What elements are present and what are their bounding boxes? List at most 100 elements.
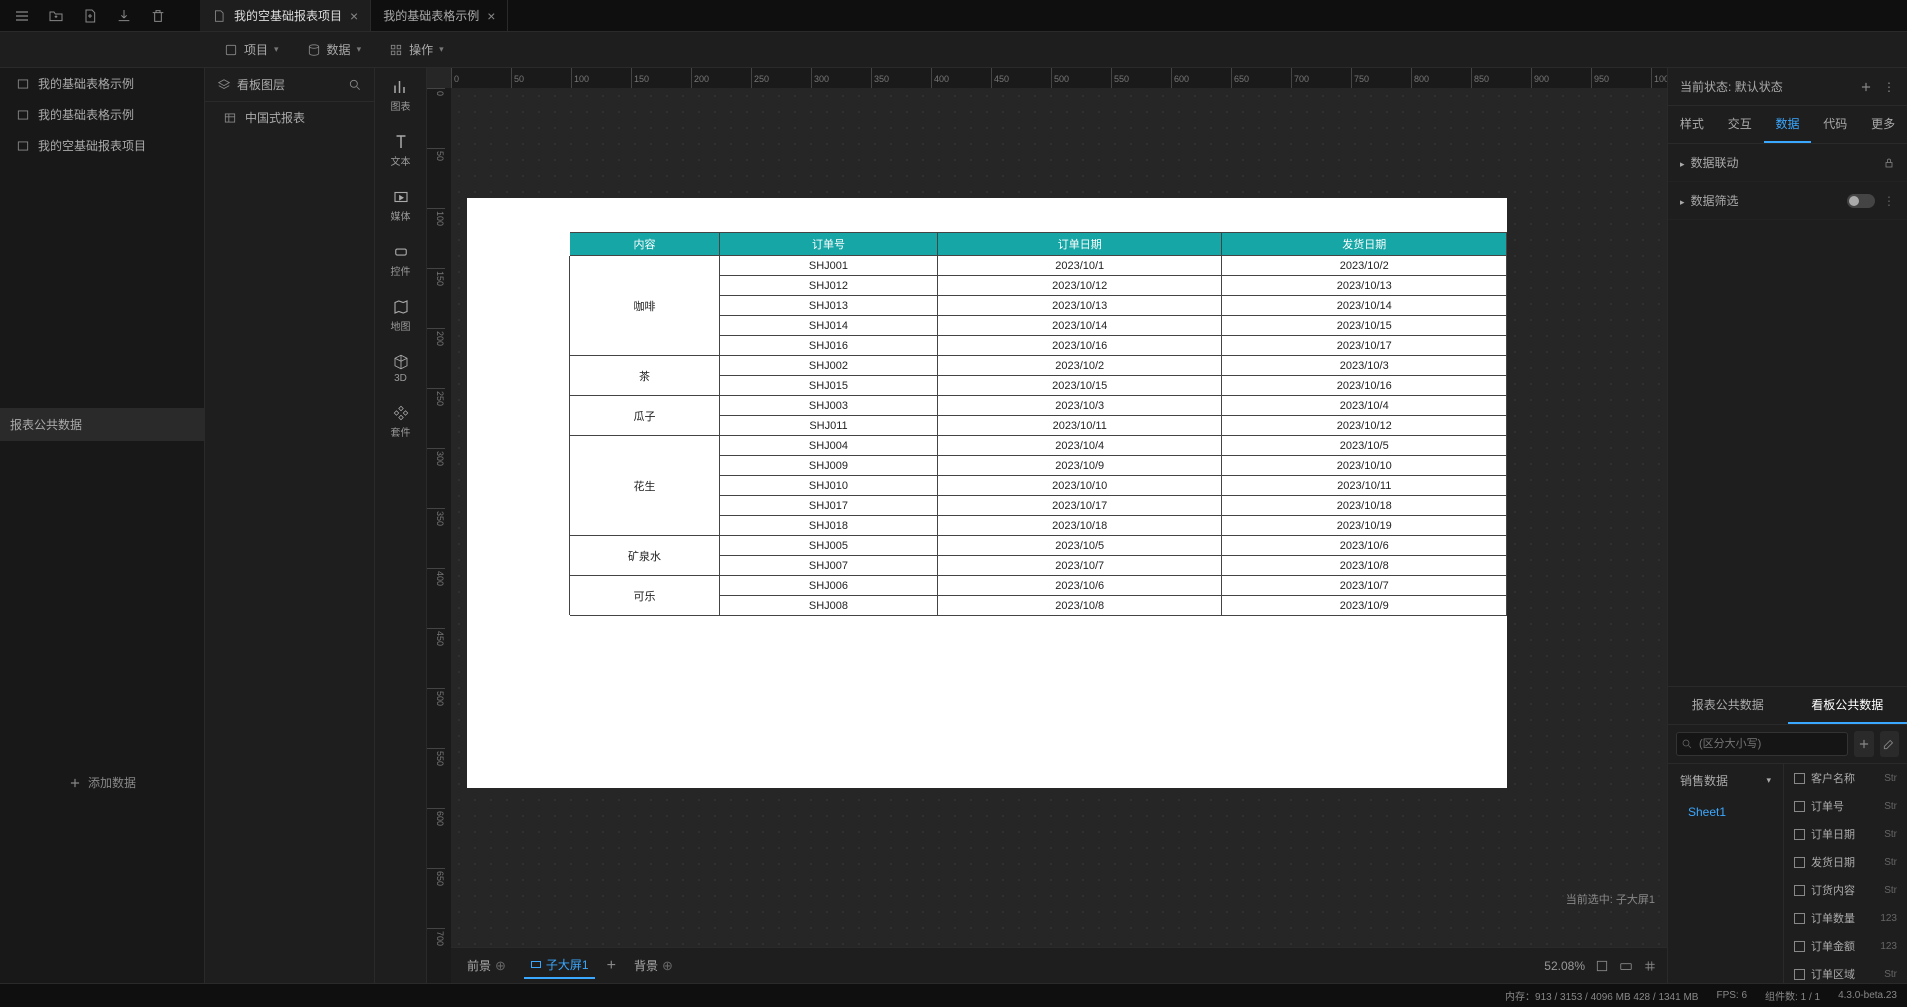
orderdate-cell: 2023/10/12 [937,276,1222,296]
add-datasource-button[interactable] [1854,731,1874,757]
palette-media[interactable]: 媒体 [375,178,426,233]
chevron-down-icon: ▾ [439,44,444,55]
keyboard-icon[interactable] [1619,959,1633,973]
ruler-tick: 400 [427,568,445,628]
dtab-report[interactable]: 报表公共数据 [1668,687,1788,724]
add-tab-button[interactable]: + [607,957,616,975]
table-header: 订单日期 [937,233,1222,256]
orderdate-cell: 2023/10/13 [937,296,1222,316]
field-item[interactable]: 发货日期Str [1784,848,1907,876]
prop-data-link[interactable]: ▸ 数据联动 [1668,144,1907,182]
close-icon[interactable]: × [350,8,358,24]
palette-map[interactable]: 地图 [375,288,426,343]
more-icon[interactable]: ⋮ [1883,194,1895,208]
prop-label: 数据联动 [1691,156,1739,170]
palette-text-icon [391,133,411,151]
menu-label: 操作 [409,41,433,58]
field-item[interactable]: 订单号Str [1784,792,1907,820]
report-table[interactable]: 内容订单号订单日期发货日期咖啡SHJ0012023/10/12023/10/2S… [467,232,1507,616]
add-circle-icon[interactable]: ⊕ [662,958,673,974]
rtab-data[interactable]: 数据 [1764,106,1812,143]
ruler-tick: 50 [427,148,445,208]
chevron-right-icon: ▸ [1680,159,1685,169]
field-list: 客户名称Str订单号Str订单日期Str发货日期Str订货内容Str订单数量12… [1784,764,1907,983]
menu-operate[interactable]: 操作 ▾ [375,41,458,58]
palette-control[interactable]: 控件 [375,233,426,288]
orderdate-cell: 2023/10/8 [937,596,1222,616]
table-row[interactable]: 矿泉水SHJ0052023/10/52023/10/6 [468,536,1507,556]
sheet-node[interactable]: Sheet1 [1668,797,1783,827]
field-name: 订货内容 [1811,882,1855,898]
rtab-style[interactable]: 样式 [1668,106,1716,143]
new-folder-icon[interactable] [48,8,64,24]
orderdate-cell: 2023/10/18 [937,516,1222,536]
palette-kit[interactable]: 套件 [375,394,426,449]
search-icon[interactable] [348,78,362,92]
lock-icon[interactable] [1883,157,1895,169]
order-cell: SHJ013 [720,296,938,316]
orderdate-cell: 2023/10/7 [937,556,1222,576]
palette-label: 图表 [391,98,411,113]
field-search-input[interactable] [1676,732,1848,756]
field-item[interactable]: 订货内容Str [1784,876,1907,904]
chevron-down-icon: ▾ [274,44,279,55]
file-item[interactable]: 我的空基础报表项目 [0,130,204,161]
table-row[interactable]: 咖啡SHJ0012023/10/12023/10/2 [468,256,1507,276]
public-data-header[interactable]: 报表公共数据 [0,408,204,441]
field-item[interactable]: 订单金额123 [1784,932,1907,960]
ds-name: 销售数据 [1680,772,1728,789]
layer-item[interactable]: 中国式报表 [205,102,374,133]
fit-screen-icon[interactable] [1595,959,1609,973]
file-item[interactable]: 我的基础表格示例 [0,68,204,99]
tab-subscreen[interactable]: 子大屏1 [524,952,595,979]
field-type: 123 [1880,913,1897,924]
close-icon[interactable]: × [487,8,495,24]
screen-icon [530,959,542,971]
menu-data[interactable]: 数据 ▾ [293,41,376,58]
table-row[interactable]: 瓜子SHJ0032023/10/32023/10/4 [468,396,1507,416]
palette-text[interactable]: 文本 [375,123,426,178]
orderdate-cell: 2023/10/3 [937,396,1222,416]
table-row[interactable]: 可乐SHJ0062023/10/62023/10/7 [468,576,1507,596]
rtab-more[interactable]: 更多 [1859,106,1907,143]
tab-project-1[interactable]: 我的空基础报表项目 × [200,0,371,31]
table-row[interactable]: 花生SHJ0042023/10/42023/10/5 [468,436,1507,456]
grid-icon[interactable] [1643,959,1657,973]
order-cell: SHJ010 [720,476,938,496]
palette-chart[interactable]: 图表 [375,68,426,123]
canvas-viewport[interactable]: 内容订单号订单日期发货日期咖啡SHJ0012023/10/12023/10/2S… [451,88,1667,947]
file-list: 我的基础表格示例 我的基础表格示例 我的空基础报表项目 [0,68,204,161]
tab-foreground[interactable]: 前景⊕ [461,953,512,978]
field-item[interactable]: 订单数量123 [1784,904,1907,932]
new-file-icon[interactable] [82,8,98,24]
add-data-button[interactable]: 添加数据 [0,762,204,803]
add-state-icon[interactable] [1859,80,1873,94]
orderdate-cell: 2023/10/9 [937,456,1222,476]
field-item[interactable]: 客户名称Str [1784,764,1907,792]
dtab-board[interactable]: 看板公共数据 [1788,687,1907,724]
prop-data-filter[interactable]: ▸数据筛选 ⋮ [1668,182,1907,220]
add-circle-icon[interactable]: ⊕ [495,958,506,974]
datasource-node[interactable]: 销售数据▾ [1668,764,1783,797]
table-row[interactable]: 茶SHJ0022023/10/22023/10/3 [468,356,1507,376]
field-item[interactable]: 订单区域Str [1784,960,1907,983]
rtab-code[interactable]: 代码 [1811,106,1859,143]
trash-icon[interactable] [150,8,166,24]
file-item[interactable]: 我的基础表格示例 [0,99,204,130]
category-cell: 可乐 [570,576,720,616]
more-icon[interactable]: ⋮ [1883,80,1895,94]
tab-project-2[interactable]: 我的基础表格示例 × [371,0,508,31]
menu-bar: 项目 ▾ 数据 ▾ 操作 ▾ [0,32,1907,68]
artboard[interactable]: 内容订单号订单日期发货日期咖啡SHJ0012023/10/12023/10/2S… [467,198,1507,788]
menu-project[interactable]: 项目 ▾ [210,41,293,58]
download-icon[interactable] [116,8,132,24]
tab-background[interactable]: 背景⊕ [628,953,679,978]
rtab-interact[interactable]: 交互 [1716,106,1764,143]
palette-3d-icon [391,353,411,371]
field-item[interactable]: 订单日期Str [1784,820,1907,848]
palette-3d[interactable]: 3D [375,343,426,394]
edit-datasource-button[interactable] [1880,731,1900,757]
ruler-tick: 0 [451,68,511,88]
toggle-filter[interactable] [1847,194,1875,208]
menu-icon[interactable] [14,8,30,24]
